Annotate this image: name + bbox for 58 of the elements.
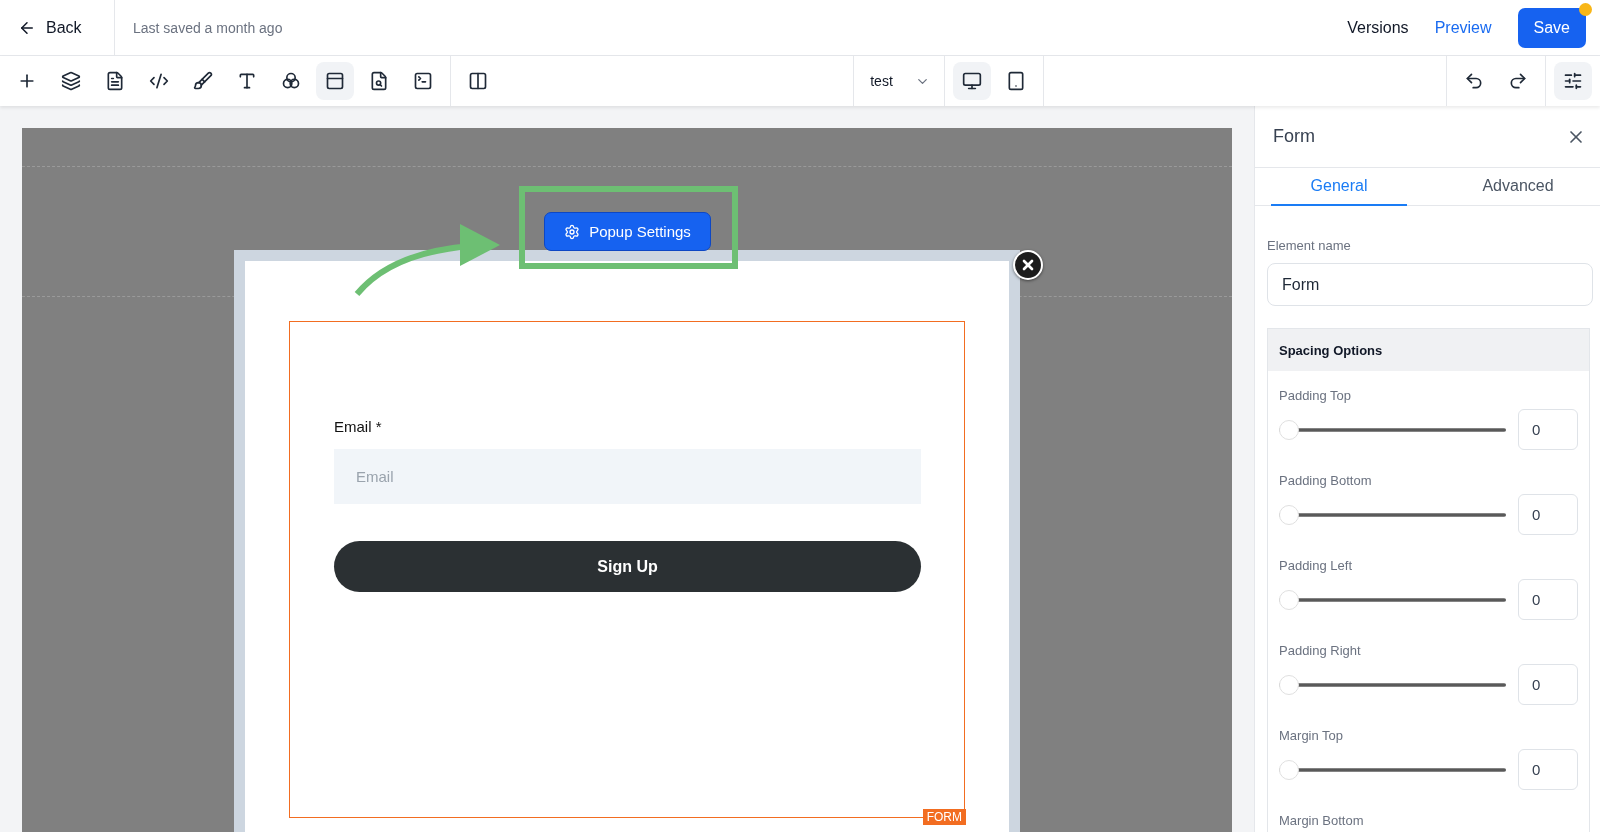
popup-settings-button[interactable]: Popup Settings — [544, 212, 711, 251]
text-icon — [237, 71, 257, 91]
settings-icon — [564, 223, 581, 240]
panel-tab[interactable]: Advanced — [1445, 168, 1591, 206]
value-input[interactable]: 0 — [1518, 494, 1578, 535]
value-input[interactable]: 0 — [1518, 409, 1578, 450]
save-button[interactable]: Save — [1517, 7, 1586, 48]
spacing-label: Padding Top — [1279, 388, 1353, 403]
terminal-icon — [413, 71, 433, 91]
slider-thumb[interactable] — [1279, 759, 1299, 780]
page-select[interactable]: test — [854, 56, 944, 106]
slider[interactable] — [1279, 419, 1506, 440]
value-input[interactable]: 0 — [1518, 664, 1578, 705]
sign-up-button[interactable]: Sign Up — [334, 541, 921, 592]
slider-thumb[interactable] — [1279, 674, 1299, 695]
email-input[interactable]: Email — [334, 449, 921, 504]
element-name-input[interactable]: Form — [1267, 263, 1593, 306]
close-icon — [1020, 257, 1036, 273]
panel-tab[interactable]: General — [1271, 168, 1407, 206]
section-title: Spacing Options — [1268, 329, 1589, 371]
undo-icon — [1464, 71, 1484, 91]
slider-thumb[interactable] — [1279, 504, 1299, 525]
spacing-label: Padding Bottom — [1279, 473, 1373, 488]
saved-status: Last saved a month ago — [133, 19, 284, 36]
panel-title: Form — [1273, 126, 1315, 147]
slider-thumb[interactable] — [1279, 589, 1299, 610]
back-button[interactable]: Back — [0, 0, 115, 56]
slider[interactable] — [1279, 674, 1506, 695]
settings-button[interactable] — [1554, 62, 1592, 100]
page-icon — [105, 71, 125, 91]
slider[interactable] — [1279, 759, 1506, 780]
layers-icon — [61, 71, 81, 91]
spacing-label: Margin Bottom — [1279, 813, 1365, 828]
slider-thumb[interactable] — [1279, 419, 1299, 440]
preview-button[interactable]: Preview — [1434, 14, 1492, 41]
brush-icon — [193, 71, 213, 91]
file-search-icon — [369, 71, 389, 91]
slider[interactable] — [1279, 504, 1506, 525]
device-button[interactable] — [952, 62, 991, 100]
email-label: Email * — [334, 418, 383, 435]
value-input[interactable]: 0 — [1518, 749, 1578, 790]
code-icon — [149, 71, 169, 91]
slider[interactable] — [1279, 589, 1506, 610]
form-tag: FORM — [922, 809, 966, 825]
value-input[interactable]: 0 — [1518, 579, 1578, 620]
spacing-label: Padding Right — [1279, 643, 1362, 658]
window-icon — [325, 71, 345, 91]
versions-button[interactable]: Versions — [1347, 14, 1409, 41]
close-popup-button[interactable] — [1013, 250, 1043, 280]
settings-icon — [1563, 71, 1583, 91]
spacing-label: Margin Top — [1279, 728, 1345, 743]
tool-button[interactable] — [316, 62, 354, 100]
columns-icon — [468, 71, 488, 91]
spacing-label: Padding Left — [1279, 558, 1353, 573]
desktop-icon — [961, 71, 982, 91]
redo-icon — [1508, 71, 1528, 91]
element-name-label: Element name — [1267, 238, 1352, 253]
circles-icon — [281, 71, 301, 91]
